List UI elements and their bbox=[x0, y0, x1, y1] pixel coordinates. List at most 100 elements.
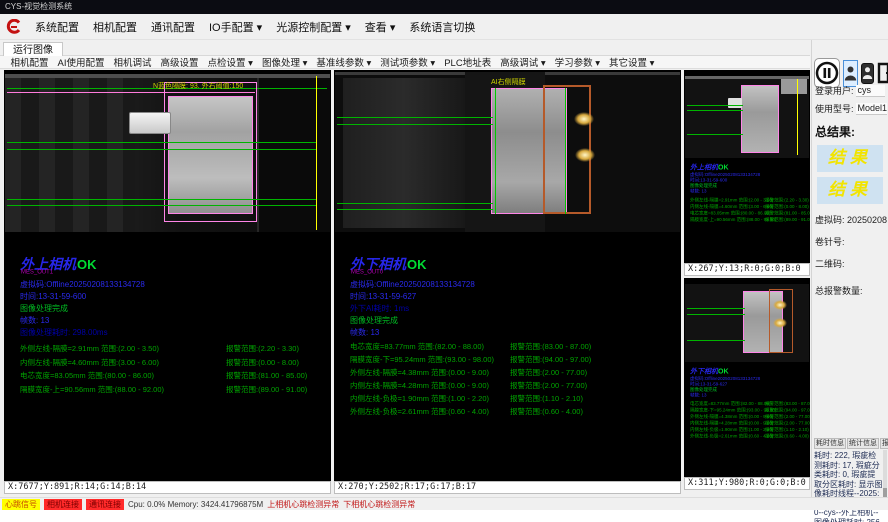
toolbar-item[interactable]: 其它设置 ▾ bbox=[605, 55, 659, 69]
alarm-range: 报警范围:(2.20 - 3.30) bbox=[226, 342, 299, 356]
toolbar-item[interactable]: 基准线参数 ▾ bbox=[312, 55, 376, 69]
upper-camera-warning: 上相机心跳检测异常 bbox=[267, 499, 339, 510]
machinery-dark-area bbox=[257, 74, 330, 232]
status-ok: OK bbox=[77, 257, 97, 272]
cpu-memory-text: Cpu: 0.0% Memory: 3424.41796875M bbox=[128, 500, 263, 509]
lower-camera-warning: 下相机心跳检测异常 bbox=[343, 499, 415, 510]
menu-items: 系统配置相机配置通讯配置IO手配置 ▾光源控制配置 ▾查看 ▾系统语言切换 bbox=[28, 19, 482, 35]
measurement-row: 内侧左线-负极=1.90mm 范围:(1.00 - 2.20) 报警范围:(1.… bbox=[350, 392, 591, 405]
measure-line bbox=[7, 142, 317, 143]
measurement-value: 隔膜宽度-上=90.56mm 范围:(88.00 - 92.00) bbox=[20, 383, 226, 397]
measurement-value: 电芯宽度=83.05mm 范围:(80.00 - 86.00) bbox=[20, 369, 226, 383]
camera-title: 外下相机OK bbox=[690, 366, 810, 376]
window-title: CYS-视觉检测系统 bbox=[5, 2, 72, 11]
mes-tag: MES_OUT1 bbox=[21, 269, 53, 275]
preview-top-viewport[interactable]: 外上相机OK 虚拟码:Offline20250208133134728 时间:1… bbox=[684, 70, 810, 263]
measurement-rows: 外侧左线-隔膜=2.91mm 范围:(2.00 - 3.50) 报警范围:(2.… bbox=[20, 342, 307, 396]
camera-middle-viewport[interactable]: AI右侧隔膜 外下相机OK MES_OUT0 虚拟码:Offline202502… bbox=[334, 70, 681, 481]
preview-bottom-coords: X:311;Y:980;R:0;G:0;B:0 bbox=[684, 477, 810, 490]
measurement-row: 内侧左线-隔膜=4.28mm 范围:(0.00 - 9.00) 报警范围:(2.… bbox=[350, 379, 591, 392]
exit-button[interactable] bbox=[877, 60, 888, 86]
camera-left-viewport[interactable]: N蓝色隔膜: 93. 外右阈值:150 外上相机OK MES_OUT1 虚拟码:… bbox=[4, 70, 331, 481]
total-result-label: 总结果: bbox=[815, 123, 885, 140]
preview-top-coords: X:267;Y:13;R:0;G:0;B:0 bbox=[684, 263, 810, 276]
model-row: 使用型号: Model1 bbox=[815, 102, 885, 115]
tab-connector bbox=[129, 112, 171, 134]
alarm-range: 报警范围:(94.00 - 97.00) bbox=[510, 353, 591, 366]
measurement-rows: 电芯宽度=83.77mm 范围:(82.00 - 88.00) 报警范围:(83… bbox=[350, 340, 591, 418]
qr-code-label: 二维码: bbox=[815, 257, 885, 270]
model-label: 使用型号: bbox=[815, 102, 854, 115]
camera-left-image[interactable]: N蓝色隔膜: 93. 外右阈值:150 bbox=[5, 74, 330, 232]
battery-cell bbox=[168, 96, 253, 214]
toolbar-item[interactable]: 相机调试 bbox=[109, 55, 156, 69]
measure-line bbox=[337, 203, 493, 204]
preview-bottom-viewport[interactable]: 外下相机OK 虚拟码:Offline20250208133134728 时间:1… bbox=[684, 278, 810, 477]
pin-number-label: 卷针号: bbox=[815, 235, 885, 248]
measure-line bbox=[7, 205, 317, 206]
log-tab[interactable]: 统计信息 bbox=[847, 438, 879, 449]
virtual-code-label: 虚拟码: 20250208 bbox=[815, 213, 885, 226]
alarm-range: 报警范围:(2.00 - 77.00) bbox=[510, 366, 587, 379]
result-badge-1: 结果 bbox=[817, 145, 883, 172]
measurement-rows: 外侧左线-隔膜=2.91mm 范围:(2.00 - 3.50) 报警范围:(2.… bbox=[690, 197, 810, 223]
log-tab[interactable]: 耗时信息 bbox=[814, 438, 846, 449]
menu-item[interactable]: 系统配置 bbox=[28, 19, 86, 35]
measurement-value: 外侧左线-负极=2.61mm 范围:(0.60 - 4.00) bbox=[350, 405, 510, 418]
barcode-line: 虚拟码:Offline20250208133134728 bbox=[350, 279, 475, 290]
camera-connect-badge: 相机连接 bbox=[44, 499, 82, 510]
menu-item[interactable]: 通讯配置 bbox=[144, 19, 202, 35]
toolbar-items: 相机配置AI使用配置相机调试高级设置点检设置 ▾图像处理 ▾基准线参数 ▾测试项… bbox=[6, 55, 659, 69]
toolbar-item[interactable]: 点检设置 ▾ bbox=[203, 55, 257, 69]
led-highlight bbox=[575, 148, 595, 162]
menu-item[interactable]: 系统语言切换 bbox=[402, 19, 482, 35]
measurement-value: 内侧左线-隔膜=4.28mm 范围:(0.00 - 9.00) bbox=[350, 379, 510, 392]
menu-item[interactable]: 相机配置 bbox=[86, 19, 144, 35]
camera-middle-image[interactable]: AI右侧隔膜 bbox=[335, 72, 680, 232]
alarm-count-label: 总报警数量: bbox=[815, 284, 885, 297]
preview-bottom-overlay: 外下相机OK 虚拟码:Offline20250208133134728 时间:1… bbox=[690, 366, 810, 440]
preview-top-image[interactable] bbox=[685, 76, 809, 158]
right-sidebar: 登录用户: cys 使用型号: Model1 总结果: 结果 结果 虚拟码: 2… bbox=[811, 40, 888, 509]
menu-item[interactable]: 光源控制配置 ▾ bbox=[269, 19, 358, 35]
machine-rail bbox=[5, 74, 330, 78]
toolbar-item[interactable]: 高级设置 bbox=[156, 55, 203, 69]
user-icon bbox=[862, 66, 873, 80]
log-tab[interactable]: 报警信息 bbox=[880, 438, 888, 449]
ai-time-line: 外下AI耗时: 1ms bbox=[350, 303, 409, 314]
toolbar-item[interactable]: PLC地址表 bbox=[440, 55, 496, 69]
user-login-button[interactable] bbox=[843, 60, 858, 87]
user-manage-button[interactable] bbox=[861, 63, 874, 84]
measurement-value: 电芯宽度=83.77mm 范围:(82.00 - 88.00) bbox=[350, 340, 510, 353]
toolbar-item[interactable]: 相机配置 bbox=[6, 55, 53, 69]
machinery-block bbox=[343, 78, 465, 228]
toolbar-item[interactable]: 图像处理 ▾ bbox=[257, 55, 311, 69]
measurement-row: 隔膜宽度-上=90.56mm 范围:(88.00 - 92.00) 报警范围:(… bbox=[20, 383, 307, 397]
toolbar: 相机配置AI使用配置相机调试高级设置点检设置 ▾图像处理 ▾基准线参数 ▾测试项… bbox=[0, 56, 810, 69]
user-icon bbox=[844, 65, 857, 82]
toolbar-item[interactable]: 高级调试 ▾ bbox=[496, 55, 550, 69]
app-logo-icon bbox=[4, 18, 24, 36]
status-ok: OK bbox=[407, 257, 427, 272]
measurement-value: 外侧左线-隔膜=4.38mm 范围:(0.00 - 9.00) bbox=[350, 366, 510, 379]
toolbar-item[interactable]: 学习参数 ▾ bbox=[550, 55, 604, 69]
toolbar-item[interactable]: AI使用配置 bbox=[53, 55, 109, 69]
machinery-block bbox=[781, 79, 807, 94]
toolbar-item[interactable]: 测试项参数 ▾ bbox=[376, 55, 440, 69]
tab-connector bbox=[728, 98, 742, 108]
alarm-range: 报警范围:(83.00 - 87.00) bbox=[510, 340, 591, 353]
measure-line bbox=[687, 134, 743, 135]
log-scrollbar[interactable] bbox=[883, 450, 887, 504]
alarm-range: 报警范围:(0.00 - 8.00) bbox=[226, 356, 299, 370]
measure-line bbox=[337, 117, 493, 118]
preview-bottom-image[interactable] bbox=[685, 284, 809, 362]
photo-annotation: AI右侧隔膜 bbox=[491, 77, 526, 87]
menu-item[interactable]: 查看 ▾ bbox=[358, 19, 403, 35]
time-line: 时间:13-31-59-600 bbox=[20, 291, 86, 302]
measurement-row: 外侧左线-隔膜=2.91mm 范围:(2.00 - 3.50) 报警范围:(2.… bbox=[20, 342, 307, 356]
workspace: 系统配置相机配置通讯配置IO手配置 ▾光源控制配置 ▾查看 ▾系统语言切换 运行… bbox=[0, 14, 888, 510]
login-user-row: 登录用户: cys bbox=[815, 84, 885, 97]
photo-annotation: N蓝色隔膜: 93. 外右阈值:150 bbox=[153, 81, 243, 91]
camera-middle-coords: X:270;Y:2502;R:17;G:17;B:17 bbox=[334, 481, 681, 494]
menu-item[interactable]: IO手配置 ▾ bbox=[202, 19, 269, 35]
